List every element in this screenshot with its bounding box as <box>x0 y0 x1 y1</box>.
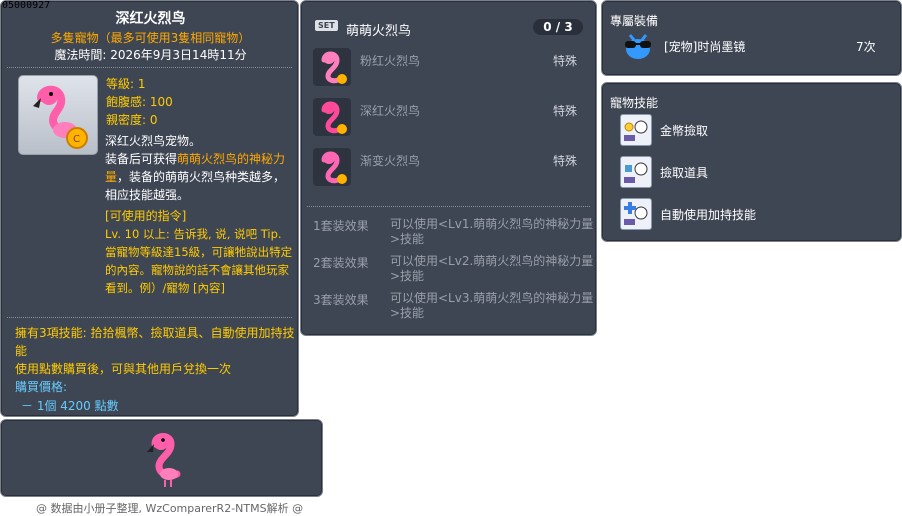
exclusive-title: 專屬裝備 <box>610 14 659 28</box>
skill-row[interactable]: 金幣撿取 <box>620 114 890 146</box>
set-effect-label: 2套装效果 <box>313 256 369 270</box>
set-item-name: 粉红火烈鸟 <box>360 54 421 68</box>
flamingo-icon <box>313 148 351 186</box>
divider <box>7 67 292 68</box>
skill-name: 金幣撿取 <box>660 124 709 138</box>
exclusive-item-count: 7次 <box>856 40 876 54</box>
skill-name: 自動使用加持技能 <box>660 208 757 222</box>
set-effect-label: 3套装效果 <box>313 293 369 307</box>
set-count: 0 / 3 <box>533 19 583 35</box>
stat-level: 等級: 1 <box>106 77 146 91</box>
command-body: Lv. 10 以上: 告诉我, 说, 说吧 Tip. 當寵物等級達15級，可讓牠… <box>105 227 293 295</box>
set-item-type: 特殊 <box>552 104 577 118</box>
set-item[interactable]: 渐变火烈鸟 特殊 <box>313 148 593 188</box>
auto-buff-icon <box>620 198 652 230</box>
svg-text:C: C <box>73 134 80 145</box>
skill-name: 撿取道具 <box>660 166 709 180</box>
set-item[interactable]: 深红火烈鸟 特殊 <box>313 98 593 138</box>
flamingo-icon: C <box>33 85 88 149</box>
item-id: 05000927 <box>2 0 51 11</box>
set-effect-desc: 可以使用<Lv2.萌萌火烈鸟的神秘力量>技能 <box>390 254 594 283</box>
coin-pickup-icon <box>620 114 652 146</box>
skills-summary: 擁有3項技能: 拾拾楓幣、撿取道具、自動使用加持技能 <box>15 326 295 358</box>
pet-skills-title: 寵物技能 <box>610 96 659 110</box>
set-effect-desc: 可以使用<Lv3.萌萌火烈鸟的神秘力量>技能 <box>390 291 594 320</box>
stat-fullness: 飽腹感: 100 <box>106 95 173 109</box>
set-item-type: 特殊 <box>552 154 577 168</box>
divider <box>7 317 292 318</box>
item-title: 深红火烈鸟 <box>115 11 186 27</box>
desc-line1: 深红火烈鸟宠物。 <box>105 134 202 148</box>
set-item-name: 渐变火烈鸟 <box>360 154 421 168</box>
trade-info: 使用點數購買後，可與其他用戶兌換一次 <box>15 362 232 376</box>
set-name: 萌萌火烈鸟 <box>346 24 412 39</box>
item-icon-frame: C <box>18 75 98 155</box>
flamingo-icon <box>313 48 351 86</box>
footer-credit: @ 数据由小册子整理, WzComparerR2-NTMS解析 @ <box>36 502 304 515</box>
set-effect-desc: 可以使用<Lv1.萌萌火烈鸟的神秘力量>技能 <box>390 217 594 246</box>
set-tag: SET <box>315 20 338 31</box>
exclusive-item-name[interactable]: [宠物]时尚墨镜 <box>664 38 745 55</box>
item-tooltip-panel: 深红火烈鸟 多隻寵物（最多可使用3隻相同寵物） 魔法時間: 2026年9月3日1… <box>0 0 299 417</box>
set-effect-label: 1套装效果 <box>313 219 369 233</box>
item-description: 深红火烈鸟宠物。 装备后可获得萌萌火烈鸟的神秘力量，装备的萌萌火烈鸟种类越多，相… <box>105 132 291 204</box>
desc-line2-pre: 装备后可获得 <box>105 152 178 166</box>
skill-row[interactable]: 自動使用加持技能 <box>620 198 890 230</box>
set-item-name: 深红火烈鸟 <box>360 104 421 118</box>
price-value: － 1個 4200 點數 <box>21 399 119 413</box>
exclusive-equipment-panel: 專屬裝備 [宠物]时尚墨镜 7次 <box>601 0 902 76</box>
desc-line2-post: ，装备的萌萌火烈鸟种类越多，相应技能越强。 <box>105 170 286 202</box>
stat-closeness: 親密度: 0 <box>106 113 158 127</box>
item-pickup-icon <box>620 156 652 188</box>
set-item[interactable]: 粉红火烈鸟 特殊 <box>313 48 593 88</box>
pet-stats: 等級: 1 飽腹感: 100 親密度: 0 <box>106 75 173 129</box>
flamingo-icon <box>313 98 351 136</box>
magic-time: 魔法時間: 2026年9月3日14時11分 <box>54 48 247 62</box>
set-item-type: 特殊 <box>552 54 577 68</box>
price-label: 購買價格: <box>15 380 68 394</box>
set-panel: SET 萌萌火烈鸟 0 / 3 粉红火烈鸟 特殊 深红火烈鸟 特殊 渐变火烈鸟 … <box>300 0 597 336</box>
sunglasses-icon[interactable] <box>622 31 654 61</box>
divider <box>307 206 590 207</box>
command-header: [可使用的指令] <box>105 209 187 223</box>
pet-preview-panel <box>0 419 323 497</box>
flamingo-preview-icon <box>147 433 181 487</box>
skill-row[interactable]: 撿取道具 <box>620 156 890 188</box>
item-subtitle: 多隻寵物（最多可使用3隻相同寵物） <box>50 31 251 45</box>
pet-skills-panel: 寵物技能 金幣撿取 撿取道具 自動使用加持技能 <box>601 82 902 242</box>
